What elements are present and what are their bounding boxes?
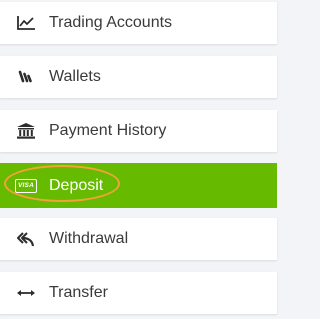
wallet-icon xyxy=(15,68,37,86)
menu-item-deposit[interactable]: VISA Deposit xyxy=(0,163,277,208)
menu-item-transfer[interactable]: Transfer xyxy=(0,272,277,314)
menu-item-label: Deposit xyxy=(49,176,104,194)
menu-item-label: Payment History xyxy=(49,122,167,139)
menu-item-label: Wallets xyxy=(49,68,101,85)
menu-item-wallets[interactable]: Wallets xyxy=(0,56,277,98)
chart-line-icon xyxy=(15,14,37,32)
left-right-arrow-icon xyxy=(15,284,37,302)
sidebar-menu: Trading Accounts Wallets Payment History xyxy=(0,0,280,319)
visa-card-text: VISA xyxy=(15,178,37,193)
visa-card-icon: VISA xyxy=(15,177,37,195)
menu-item-trading-accounts[interactable]: Trading Accounts xyxy=(0,2,277,44)
reply-arrow-icon xyxy=(15,230,37,248)
bank-icon xyxy=(15,122,37,140)
menu-item-payment-history[interactable]: Payment History xyxy=(0,110,277,152)
menu-item-withdrawal[interactable]: Withdrawal xyxy=(0,218,277,260)
menu-item-label: Withdrawal xyxy=(49,230,129,247)
menu-item-label: Transfer xyxy=(49,284,108,301)
menu-item-label: Trading Accounts xyxy=(49,14,173,31)
